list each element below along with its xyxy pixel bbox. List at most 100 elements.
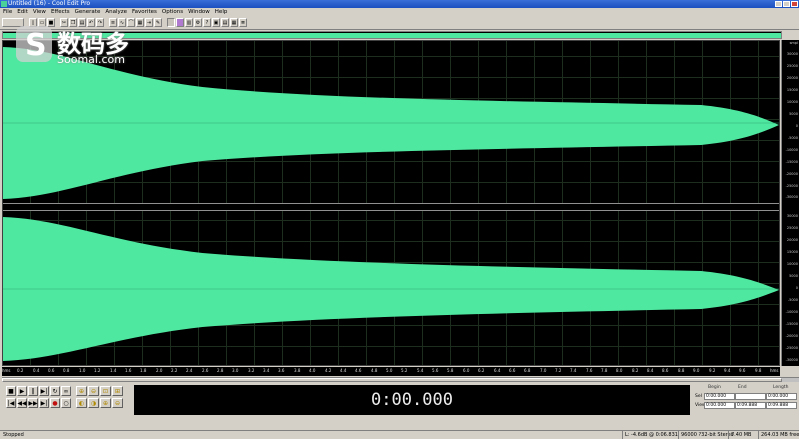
sel-end-field[interactable]	[735, 393, 766, 400]
zoom-in-v-icon[interactable]: ⊕	[100, 398, 111, 408]
zoom-in-h-icon[interactable]: ⊕	[76, 386, 87, 396]
amp-label: -10000	[785, 310, 798, 314]
right-channel[interactable]	[3, 211, 779, 367]
time-tick-label: 8.6	[662, 368, 669, 373]
left-channel[interactable]	[3, 41, 779, 203]
time-ruler[interactable]: hms 0.2 0.4 0.6 0.8 1.0 1.2 1.4 1.6 1.8 2.0 2.2 2.4 2…	[2, 367, 780, 376]
go-end-icon[interactable]: ▶|	[39, 398, 49, 408]
time-tick-label: 0.8	[63, 368, 70, 373]
tools-icon[interactable]	[176, 18, 184, 27]
waveform-display[interactable]	[2, 40, 780, 367]
time-tick-label: 9.0	[693, 368, 700, 373]
meters-icon[interactable]: ▥	[185, 18, 193, 27]
menu-effects[interactable]: Effects	[51, 8, 70, 16]
sel-begin-field[interactable]: 0:00.000	[704, 393, 735, 400]
record-pause-icon[interactable]: ○	[61, 398, 71, 408]
batch-icon[interactable]	[167, 18, 175, 27]
rewind-icon[interactable]: ◀◀	[17, 398, 27, 408]
zoom-right-icon[interactable]: ◑	[88, 398, 99, 408]
end-header: End	[738, 385, 747, 390]
time-tick-label: 1.4	[110, 368, 117, 373]
script-icon[interactable]: ✎	[154, 18, 162, 27]
menu-view[interactable]: View	[33, 8, 46, 16]
time-tick-label: hms	[770, 368, 779, 373]
amp-label: -20000	[785, 172, 798, 176]
open-icon[interactable]: ▭	[38, 18, 46, 27]
mix-icon[interactable]: ≡	[109, 18, 117, 27]
cut-icon[interactable]: ✂	[60, 18, 68, 27]
window-arrange-icon[interactable]: ▦	[230, 18, 238, 27]
help-icon[interactable]: ?	[203, 18, 211, 27]
amp-label: -5000	[787, 136, 798, 140]
edit-view-icon[interactable]: ∿	[118, 18, 126, 27]
menu-file[interactable]: File	[3, 8, 12, 16]
time-tick-label: 1.2	[94, 368, 101, 373]
envelope-icon[interactable]: ⌒	[127, 18, 135, 27]
amp-label: 0	[795, 124, 798, 128]
time-tick-label: 6.8	[524, 368, 531, 373]
minimize-icon[interactable]	[775, 1, 782, 7]
menu-edit[interactable]: Edit	[17, 8, 28, 16]
time-tick-label: hms	[2, 368, 11, 373]
time-tick-label: 3.8	[294, 368, 301, 373]
save-icon[interactable]: ■	[47, 18, 55, 27]
stop-icon[interactable]: ■	[6, 386, 16, 396]
window-cascade-icon[interactable]: ▤	[221, 18, 229, 27]
zoom-out-v-icon[interactable]: ⊖	[112, 398, 123, 408]
sel-length-field[interactable]: 0:00.000	[766, 393, 797, 400]
record-icon[interactable]: ●	[50, 398, 60, 408]
zoom-out-h-icon[interactable]: ⊖	[88, 386, 99, 396]
menu-generate[interactable]: Generate	[75, 8, 101, 16]
zoom-sel-icon[interactable]: ⊞	[112, 386, 123, 396]
view-length-field[interactable]: 0:09.888	[766, 402, 797, 409]
menu-analyze[interactable]: Analyze	[105, 8, 127, 16]
zoom-left-icon[interactable]: ◐	[76, 398, 87, 408]
window-list-icon[interactable]: ≣	[239, 18, 247, 27]
loop-icon[interactable]: ↻	[50, 386, 60, 396]
horizontal-scrollbar[interactable]	[2, 377, 799, 382]
amp-label: 5000	[789, 112, 798, 116]
transport-panel: ■ ▶ ‖ ▶| ↻ ∞ |◀ ◀◀ ▶▶ ▶| ● ○ ⊕ ⊖ ⊡ ⊞ ◐ ◑…	[0, 383, 799, 430]
time-tick-label: 1.8	[140, 368, 147, 373]
view-end-field[interactable]: 0:09.888	[735, 402, 766, 409]
skip-icon[interactable]: ∞	[61, 386, 71, 396]
menu-favorites[interactable]: Favorites	[132, 8, 157, 16]
maximize-icon[interactable]	[783, 1, 790, 7]
fast-forward-icon[interactable]: ▶▶	[28, 398, 38, 408]
new-icon[interactable]: ▯	[29, 18, 37, 27]
mode-toggle-button[interactable]	[2, 18, 24, 27]
amp-label: -25000	[785, 346, 798, 350]
sel-row-label: Sel	[695, 394, 702, 399]
amp-label: 15000	[786, 88, 798, 92]
undo-icon[interactable]: ↶	[87, 18, 95, 27]
app-icon[interactable]	[1, 1, 7, 7]
transport-controls: ■ ▶ ‖ ▶| ↻ ∞ |◀ ◀◀ ▶▶ ▶| ● ○	[6, 386, 71, 408]
play-icon[interactable]: ▶	[17, 386, 27, 396]
menu-window[interactable]: Window	[188, 8, 210, 16]
time-tick-label: 9.8	[755, 368, 762, 373]
copy-icon[interactable]: ❐	[69, 18, 77, 27]
menu-options[interactable]: Options	[162, 8, 183, 16]
amp-label: 5000	[789, 274, 798, 278]
toolbar: ▯ ▭ ■ ✂ ❐ ▤ ↶ ↷ ≡ ∿ ⌒ ▦ ⇥ ✎ ▥ ⚙ ? ▣ ▤ ▦ …	[0, 16, 799, 30]
scrollbar-thumb[interactable]	[2, 378, 782, 382]
paste-icon[interactable]: ▤	[78, 18, 86, 27]
waveform-overview[interactable]	[2, 31, 782, 39]
amp-label: smpl	[789, 41, 798, 45]
length-header: Length	[773, 385, 789, 390]
go-start-icon[interactable]: |◀	[6, 398, 16, 408]
file-size-readout: 7.40 MB	[728, 431, 751, 439]
view-begin-field[interactable]: 0:00.000	[704, 402, 735, 409]
cue-icon[interactable]: ⇥	[145, 18, 153, 27]
window-tile-icon[interactable]: ▣	[212, 18, 220, 27]
time-tick-label: 5.8	[447, 368, 454, 373]
menu-help[interactable]: Help	[215, 8, 228, 16]
close-icon[interactable]	[791, 1, 798, 7]
redo-icon[interactable]: ↷	[96, 18, 104, 27]
pause-icon[interactable]: ‖	[28, 386, 38, 396]
play-to-end-icon[interactable]: ▶|	[39, 386, 49, 396]
spectral-icon[interactable]: ▦	[136, 18, 144, 27]
zoom-full-icon[interactable]: ⊡	[100, 386, 111, 396]
amp-label: -15000	[785, 322, 798, 326]
settings-icon[interactable]: ⚙	[194, 18, 202, 27]
